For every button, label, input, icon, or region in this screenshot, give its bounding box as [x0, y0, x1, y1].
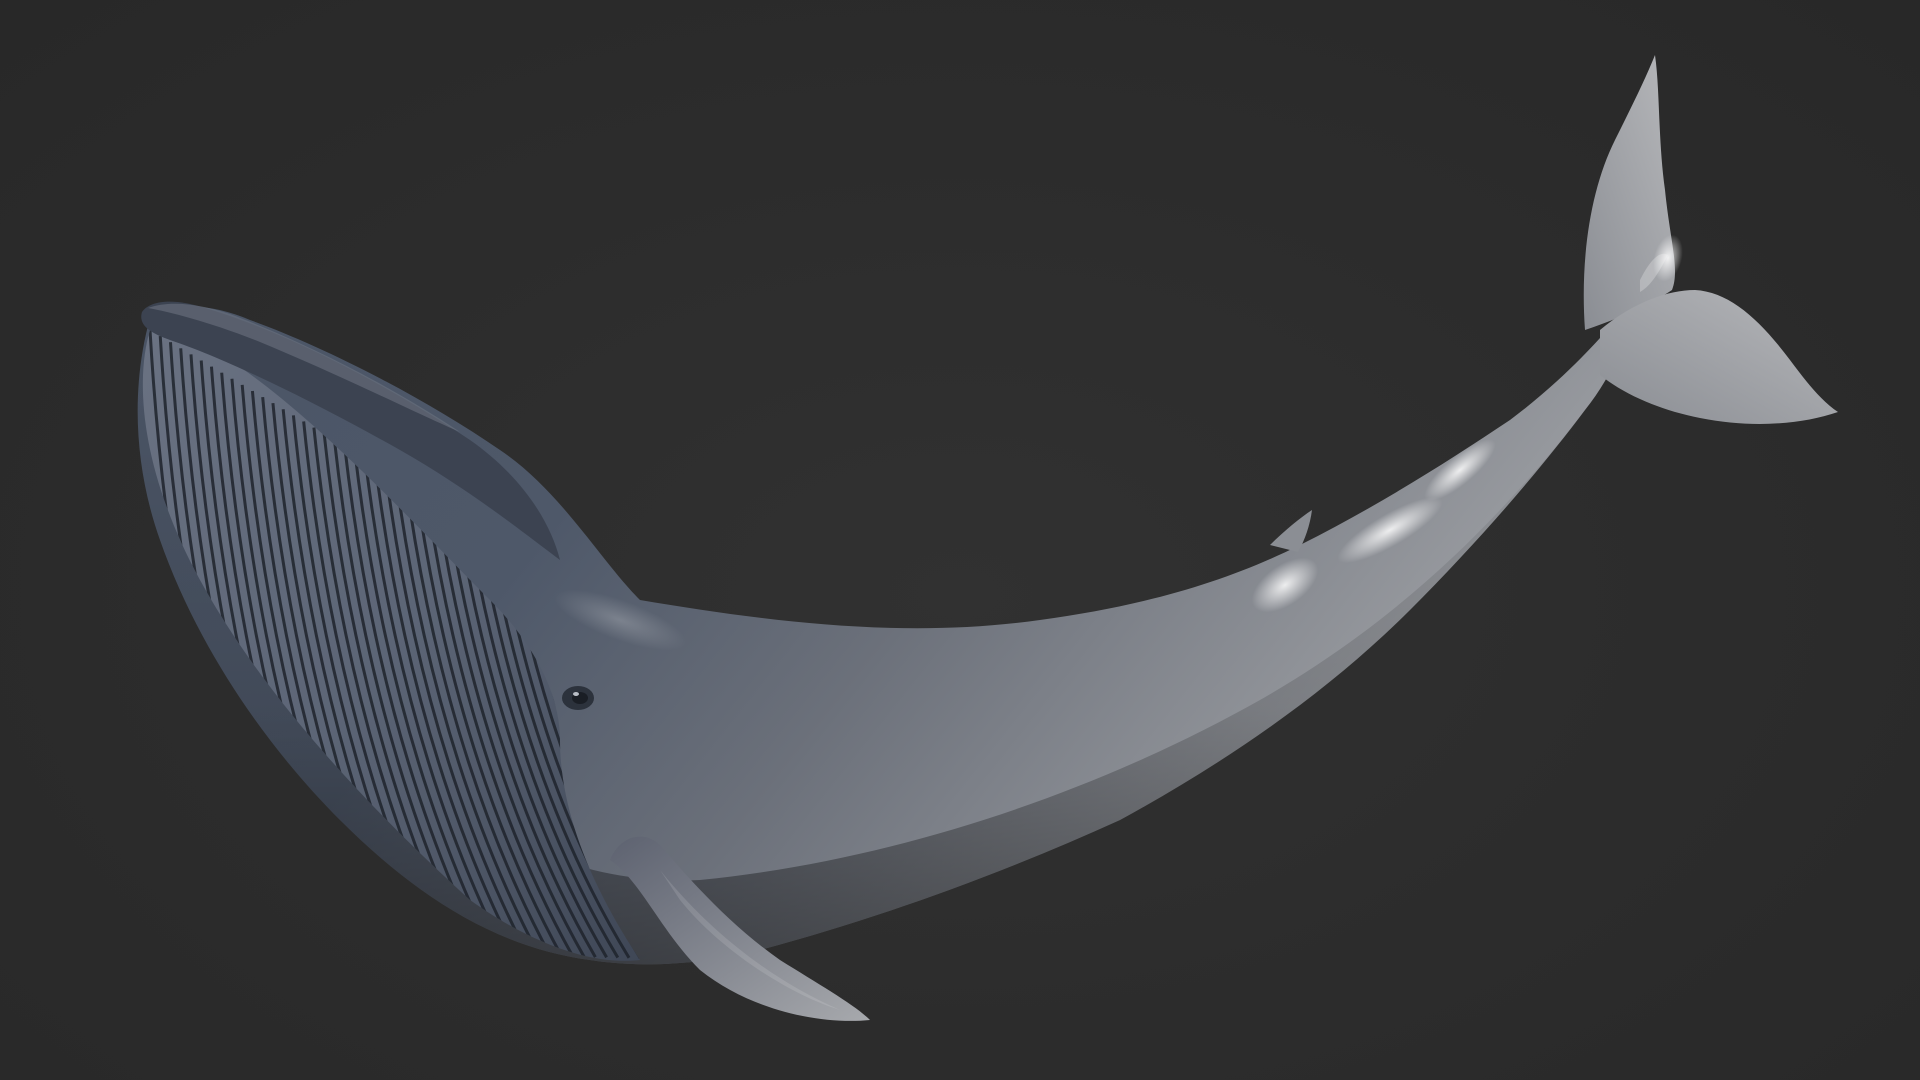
whale-render	[137, 55, 1838, 1021]
whale-eye	[562, 686, 594, 710]
tail-flukes	[1583, 55, 1838, 424]
render-viewport	[0, 0, 1920, 1080]
